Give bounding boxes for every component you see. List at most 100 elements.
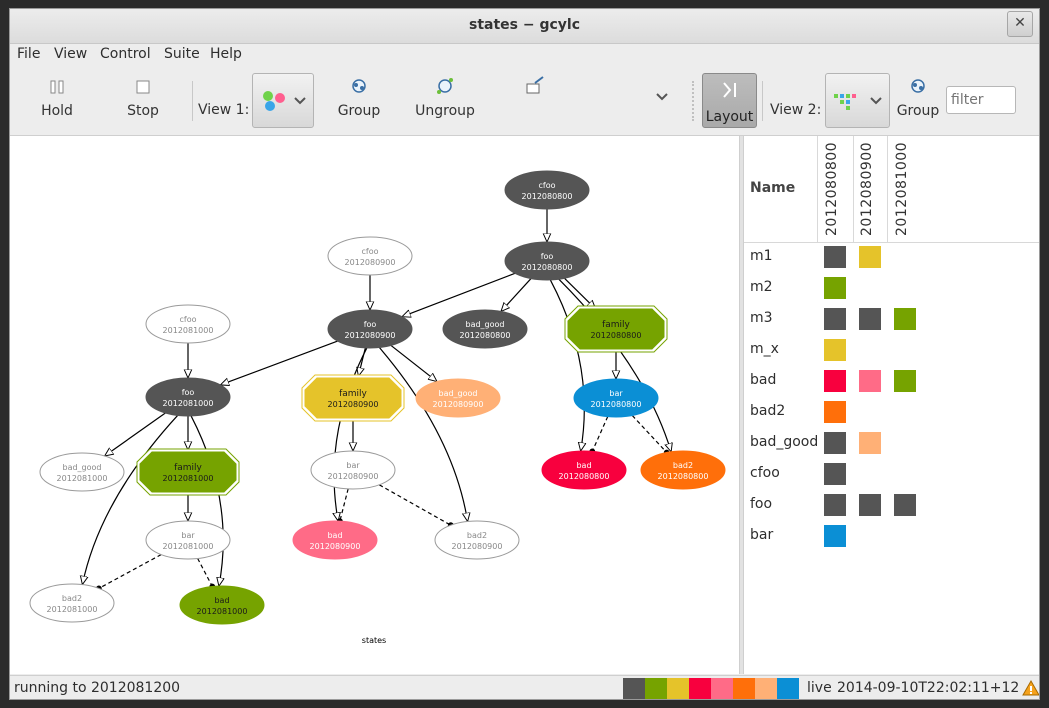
graph-node-cfoo[interactable]: cfoo 2012081000 <box>145 304 231 344</box>
grid-state-cell[interactable] <box>824 246 846 268</box>
graph-edge <box>197 558 216 590</box>
grid-row-name[interactable]: m_x <box>750 341 779 357</box>
graph-node-bad2[interactable]: bad2 2012080900 <box>434 520 520 560</box>
graph-node-bad[interactable]: bad 2012080900 <box>292 520 378 560</box>
graph-edge <box>190 415 223 586</box>
node-task-name: foo <box>541 252 554 261</box>
grid-state-cell[interactable] <box>824 525 846 547</box>
column-separator <box>853 136 854 242</box>
dependency-graph: cfoo 2012080800 foo 2012080800 cfoo 201208090… <box>29 170 726 645</box>
grid-state-cell[interactable] <box>859 494 881 516</box>
graph-node-bad-good[interactable]: bad_good 2012080900 <box>415 378 501 418</box>
grid-state-cell[interactable] <box>824 370 846 392</box>
graph-node-bad2[interactable]: bad2 2012081000 <box>29 583 115 623</box>
node-cycle-point: 2012080800 <box>522 192 573 201</box>
grid-row-name[interactable]: m1 <box>750 248 773 264</box>
grid-state-cell[interactable] <box>824 277 846 299</box>
menu-control[interactable]: Control <box>100 46 151 62</box>
view2-selector[interactable] <box>825 73 890 128</box>
menu-file[interactable]: File <box>17 46 40 62</box>
graph-node-family[interactable]: family2012081000 <box>136 448 240 496</box>
graph-node-bad-good[interactable]: bad_good 2012081000 <box>39 452 125 492</box>
column-separator <box>817 136 818 242</box>
graph-edge <box>378 484 454 529</box>
graph-node-cfoo[interactable]: cfoo 2012080900 <box>327 236 413 276</box>
graph-node-bad-good[interactable]: bad_good 2012080800 <box>442 309 528 349</box>
group-label: Group <box>337 103 381 119</box>
graph-node-bar[interactable]: bar 2012081000 <box>145 520 231 560</box>
legend-swatch <box>733 678 755 699</box>
graph-edge <box>564 277 596 309</box>
grid-state-cell[interactable] <box>894 308 916 330</box>
grid-state-cell[interactable] <box>859 308 881 330</box>
grid-state-cell[interactable] <box>859 246 881 268</box>
grid-state-cell[interactable] <box>894 494 916 516</box>
graph-node-foo[interactable]: foo 2012081000 <box>145 377 231 417</box>
grid-state-cell[interactable] <box>824 308 846 330</box>
filter-input[interactable] <box>946 86 1016 114</box>
warning-icon[interactable] <box>1022 679 1040 697</box>
grid-row-name[interactable]: m2 <box>750 279 773 295</box>
title-bar: states − gcylc ✕ <box>10 9 1039 44</box>
grid-row-name[interactable]: cfoo <box>750 465 780 481</box>
view1-selector[interactable] <box>252 73 314 128</box>
menu-help[interactable]: Help <box>210 46 242 62</box>
node-cycle-point: 2012080800 <box>559 472 610 481</box>
pause-icon <box>50 80 64 94</box>
graph-node-bar[interactable]: bar 2012080900 <box>310 450 396 490</box>
column-separator <box>887 136 888 242</box>
hold-button[interactable]: Hold <box>32 75 82 131</box>
cycle-column-header[interactable]: 2012080800 <box>824 142 840 236</box>
grid-row-name[interactable]: foo <box>750 496 772 512</box>
status-text: running to 2012081200 <box>14 680 181 696</box>
graph-node-cfoo[interactable]: cfoo 2012080800 <box>504 170 590 210</box>
legend-swatch <box>689 678 711 699</box>
name-column-header[interactable]: Name <box>750 180 795 196</box>
node-task-name: family <box>602 320 630 330</box>
toolbar-separator <box>192 81 193 121</box>
cycle-column-header[interactable]: 2012081000 <box>894 142 910 236</box>
graph-node-foo[interactable]: foo 2012080900 <box>327 309 413 349</box>
graph-node-foo[interactable]: foo 2012080800 <box>504 241 590 281</box>
status-bar: running to 2012081200 live 2014-09-10T22… <box>10 675 1040 699</box>
group-icon <box>352 79 366 93</box>
layout-button[interactable]: Layout <box>702 73 757 128</box>
grid-state-cell[interactable] <box>824 339 846 361</box>
grid-row-name[interactable]: bad_good <box>750 434 818 450</box>
cycle-column-header[interactable]: 2012080900 <box>859 142 875 236</box>
ungroup-button[interactable]: Ungroup <box>413 75 477 131</box>
grid-state-cell[interactable] <box>824 494 846 516</box>
grid-state-cell[interactable] <box>824 432 846 454</box>
grid-state-cell[interactable] <box>894 370 916 392</box>
node-cycle-point: 2012081000 <box>163 399 214 408</box>
menu-view[interactable]: View <box>54 46 87 62</box>
stop-button[interactable]: Stop <box>118 75 168 131</box>
node-cycle-point: 2012080800 <box>522 263 573 272</box>
graph-node-bad[interactable]: bad 2012080800 <box>541 450 627 490</box>
grid-row-name[interactable]: bad2 <box>750 403 785 419</box>
node-cycle-point: 2012080900 <box>345 331 396 340</box>
group-button-2[interactable]: Group <box>896 75 940 131</box>
grid-row-name[interactable]: bar <box>750 527 773 543</box>
grid-state-cell[interactable] <box>824 463 846 485</box>
graph-edge <box>378 347 467 522</box>
close-button[interactable]: ✕ <box>1007 11 1033 37</box>
graph-node-family[interactable]: family2012080800 <box>564 305 668 353</box>
node-task-name: family <box>174 463 202 473</box>
graph-node-bar[interactable]: bar 2012080800 <box>573 378 659 418</box>
grid-state-cell[interactable] <box>859 432 881 454</box>
grid-row-name[interactable]: m3 <box>750 310 773 326</box>
grid-row-name[interactable]: bad <box>750 372 776 388</box>
node-task-name: bar <box>346 461 360 470</box>
transpose-button[interactable] <box>520 75 550 131</box>
grid-state-cell[interactable] <box>824 401 846 423</box>
graph-view[interactable]: cfoo 2012080800 foo 2012080800 cfoo 201208090… <box>10 136 739 674</box>
group-button[interactable]: Group <box>334 75 384 131</box>
grid-state-cell[interactable] <box>859 370 881 392</box>
graph-node-bad[interactable]: bad 2012081000 <box>179 585 265 625</box>
node-cycle-point: 2012081000 <box>57 474 108 483</box>
ungroup-icon <box>437 78 453 94</box>
graph-node-family[interactable]: family2012080900 <box>301 374 405 422</box>
menu-suite[interactable]: Suite <box>164 46 200 62</box>
graph-node-bad2[interactable]: bad2 2012080800 <box>640 450 726 490</box>
